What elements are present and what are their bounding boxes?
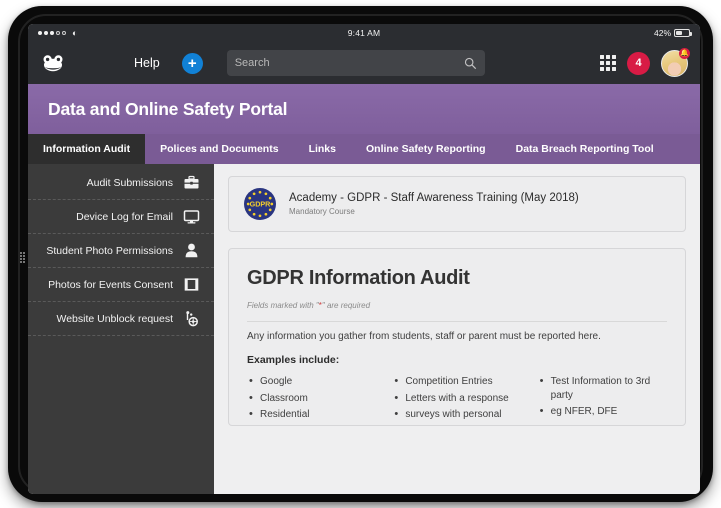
required-note-after: " are required [321, 301, 371, 310]
sidebar-item-label: Student Photo Permissions [46, 244, 173, 257]
search-icon[interactable] [464, 57, 477, 70]
navbar-right-group: 4 🔔 [600, 47, 690, 77]
tab-data-breach-reporting-tool[interactable]: Data Breach Reporting Tool [501, 134, 669, 164]
tab-online-safety-reporting[interactable]: Online Safety Reporting [351, 134, 501, 164]
course-card-text: Academy - GDPR - Staff Awareness Trainin… [289, 192, 579, 216]
audit-intro-text: Any information you gather from students… [247, 331, 601, 342]
examples-column-1: Google Classroom Residential [247, 374, 376, 425]
sidebar-item-label: Website Unblock request [56, 312, 173, 325]
divider [247, 321, 667, 322]
required-fields-note: Fields marked with "*" are required [247, 301, 667, 310]
examples-list: Competition Entries Letters with a respo… [392, 374, 521, 422]
gdpr-badge-text: GDPR [250, 199, 272, 208]
examples-column-3: Test Information to 3rd party eg NFER, D… [538, 374, 667, 425]
tab-polices-and-documents[interactable]: Polices and Documents [145, 134, 293, 164]
list-item: Residential [247, 407, 376, 422]
tab-information-audit[interactable]: Information Audit [28, 134, 146, 164]
monitor-icon [183, 208, 200, 225]
list-item: surveys with personal [392, 407, 521, 422]
course-card[interactable]: GDPR Academy - GDPR - Staff Awareness Tr… [228, 176, 686, 232]
photo-frame-icon [183, 276, 200, 293]
ios-status-bar: ◐ 9:41 AM 42% [28, 24, 700, 42]
briefcase-icon [183, 174, 200, 191]
examples-list: Test Information to 3rd party eg NFER, D… [538, 374, 667, 419]
sidebar-item-website-unblock-request[interactable]: Website Unblock request [28, 302, 214, 336]
globe-cog-icon [183, 310, 200, 327]
page-title: Data and Online Safety Portal [48, 98, 288, 119]
audit-form-card: GDPR Information Audit Fields marked wit… [228, 248, 686, 426]
course-subtitle: Mandatory Course [289, 207, 355, 216]
app-top-navbar: Help + 4 🔔 [28, 42, 700, 84]
examples-list: Google Classroom Residential [247, 374, 376, 422]
list-item: Letters with a response [392, 391, 521, 406]
sidebar-item-label: Device Log for Email [76, 210, 173, 223]
sidebar-item-device-log-for-email[interactable]: Device Log for Email [28, 200, 214, 234]
status-time: 9:41 AM [347, 28, 381, 38]
add-button[interactable]: + [181, 52, 203, 74]
sidebar: Audit Submissions Device Log for Email S… [28, 164, 214, 494]
apps-grid-icon[interactable] [600, 55, 616, 71]
sidebar-item-label: Audit Submissions [86, 176, 173, 189]
portal-banner: Data and Online Safety Portal [28, 84, 700, 134]
status-battery-area: 42% [653, 28, 692, 38]
app-body: Audit Submissions Device Log for Email S… [28, 164, 700, 494]
help-link[interactable]: Help [134, 56, 160, 70]
examples-columns: Google Classroom Residential Competition… [247, 374, 667, 425]
avatar[interactable]: 🔔 [661, 47, 690, 77]
audit-heading: GDPR Information Audit [247, 267, 470, 289]
frog-logo-icon[interactable] [40, 52, 66, 74]
course-title: Academy - GDPR - Staff Awareness Trainin… [289, 192, 579, 204]
tablet-device-frame: ◐ 9:41 AM 42% Help + Search 4 🔔 Data and… [8, 6, 713, 502]
list-item: Test Information to 3rd party [538, 374, 667, 402]
list-item: Competition Entries [392, 374, 521, 389]
tablet-screen: ◐ 9:41 AM 42% Help + Search 4 🔔 Data and… [28, 24, 700, 494]
person-icon [183, 242, 200, 259]
required-note-before: Fields marked with " [247, 301, 319, 310]
bell-icon[interactable]: 🔔 [679, 47, 690, 59]
tab-bar: Information Audit Polices and Documents … [28, 134, 700, 164]
edge-drag-handle[interactable] [19, 249, 26, 265]
sidebar-item-audit-submissions[interactable]: Audit Submissions [28, 166, 214, 200]
battery-percent-label: 42% [653, 28, 671, 38]
list-item: Classroom [247, 391, 376, 406]
sidebar-item-photos-for-events-consent[interactable]: Photos for Events Consent [28, 268, 214, 302]
content-area: GDPR Academy - GDPR - Staff Awareness Tr… [214, 164, 700, 494]
search-input[interactable] [234, 57, 464, 69]
list-item: Google [247, 374, 376, 389]
notification-count-badge[interactable]: 4 [627, 51, 650, 75]
battery-icon [674, 29, 692, 37]
sidebar-item-student-photo-permissions[interactable]: Student Photo Permissions [28, 234, 214, 268]
sidebar-item-label: Photos for Events Consent [48, 278, 173, 291]
search-box[interactable] [226, 50, 485, 76]
gdpr-eu-badge-icon: GDPR [244, 188, 276, 220]
examples-column-2: Competition Entries Letters with a respo… [392, 374, 521, 425]
examples-label: Examples include: [247, 354, 340, 366]
list-item: eg NFER, DFE [538, 404, 667, 419]
tab-links[interactable]: Links [294, 134, 351, 164]
